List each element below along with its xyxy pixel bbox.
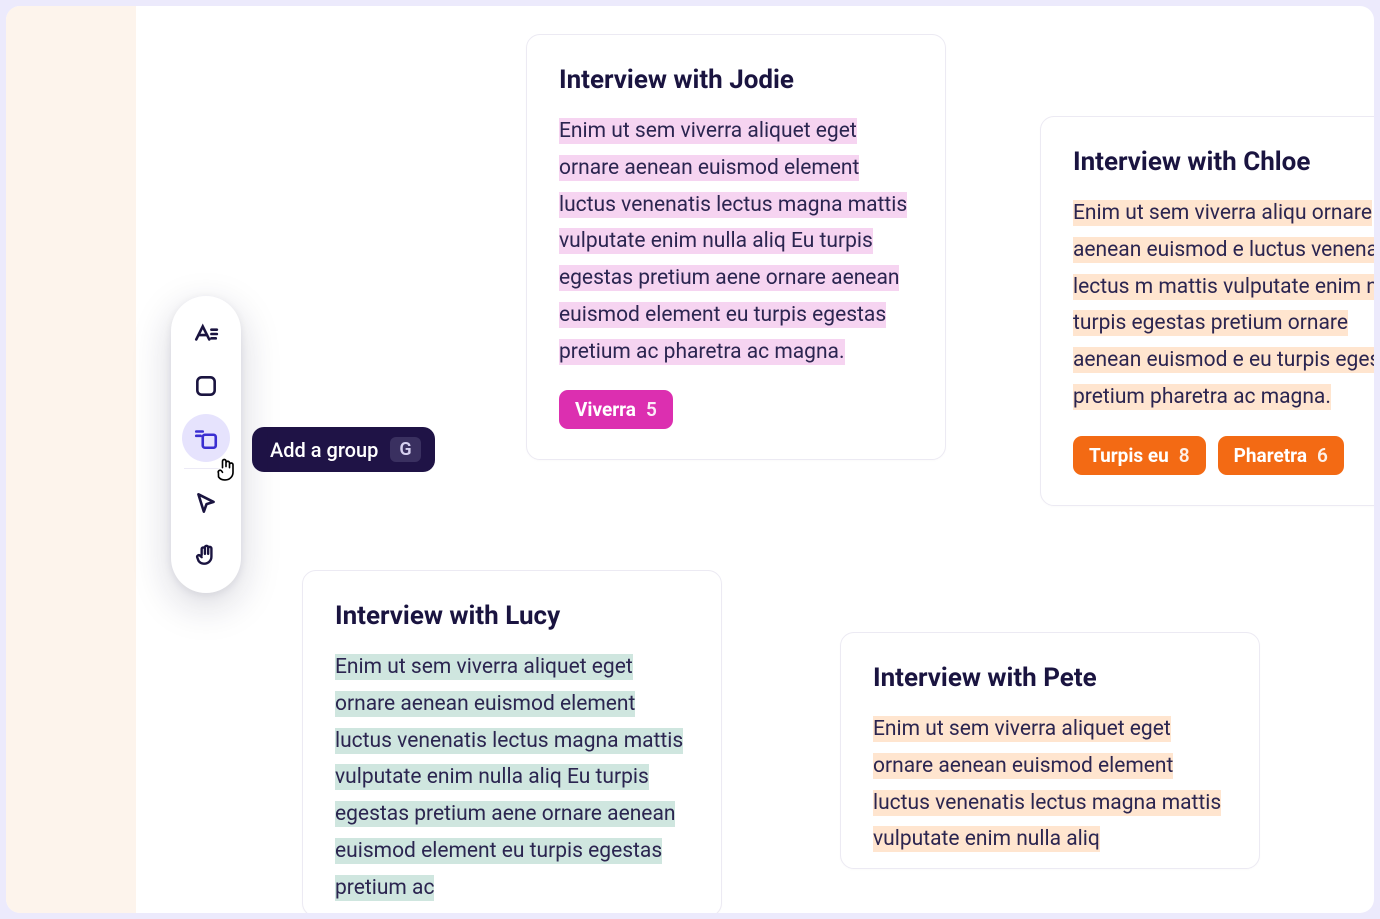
hand-tool[interactable] — [182, 531, 230, 579]
card-title: Interview with Pete — [873, 663, 1227, 693]
canvas[interactable]: Add a group G Interview with Jodie Enim … — [6, 6, 1374, 913]
toolbar-separator — [184, 468, 228, 469]
app-frame: Add a group G Interview with Jodie Enim … — [6, 6, 1374, 913]
tag-label: Turpis eu — [1089, 444, 1169, 467]
highlighted-text: Enim ut sem viverra aliquet eget ornare … — [335, 654, 683, 901]
tag-label: Pharetra — [1234, 444, 1307, 467]
card-jodie[interactable]: Interview with Jodie Enim ut sem viverra… — [526, 34, 946, 460]
tag-label: Viverra — [575, 398, 636, 421]
tag-pharetra[interactable]: Pharetra 6 — [1218, 436, 1344, 475]
pointer-tool[interactable] — [182, 479, 230, 527]
card-body: Enim ut sem viverra aliquet eget ornare … — [873, 711, 1227, 858]
card-body: Enim ut sem viverra aliqu ornare aenean … — [1073, 195, 1374, 416]
card-title: Interview with Chloe — [1073, 147, 1374, 177]
tag-viverra[interactable]: Viverra 5 — [559, 390, 673, 429]
shape-tool[interactable] — [182, 362, 230, 410]
tag-count: 6 — [1317, 444, 1328, 467]
card-title: Interview with Jodie — [559, 65, 913, 95]
card-tags: Viverra 5 — [559, 390, 913, 429]
card-tags: Turpis eu 8 Pharetra 6 — [1073, 436, 1374, 475]
highlighted-text: Enim ut sem viverra aliqu ornare aenean … — [1073, 200, 1374, 410]
pointer-icon — [193, 490, 219, 516]
tool-toolbar — [171, 296, 241, 593]
hand-icon — [193, 542, 219, 568]
card-pete[interactable]: Interview with Pete Enim ut sem viverra … — [840, 632, 1260, 869]
tooltip-label: Add a group — [270, 438, 378, 462]
card-title: Interview with Lucy — [335, 601, 689, 631]
tag-count: 8 — [1179, 444, 1190, 467]
group-tool[interactable] — [182, 414, 230, 462]
highlighted-text: Enim ut sem viverra aliquet eget ornare … — [873, 716, 1221, 852]
tooltip-add-group: Add a group G — [252, 427, 435, 472]
square-icon — [193, 373, 219, 399]
card-body: Enim ut sem viverra aliquet eget ornare … — [559, 113, 913, 370]
text-tool[interactable] — [182, 310, 230, 358]
group-icon — [193, 425, 219, 451]
card-body: Enim ut sem viverra aliquet eget ornare … — [335, 649, 689, 906]
card-chloe[interactable]: Interview with Chloe Enim ut sem viverra… — [1040, 116, 1374, 506]
tag-count: 5 — [646, 398, 657, 421]
card-lucy[interactable]: Interview with Lucy Enim ut sem viverra … — [302, 570, 722, 913]
highlighted-text: Enim ut sem viverra aliquet eget ornare … — [559, 118, 907, 365]
tag-turpis-eu[interactable]: Turpis eu 8 — [1073, 436, 1206, 475]
tooltip-shortcut: G — [390, 437, 420, 462]
text-icon — [193, 321, 219, 347]
